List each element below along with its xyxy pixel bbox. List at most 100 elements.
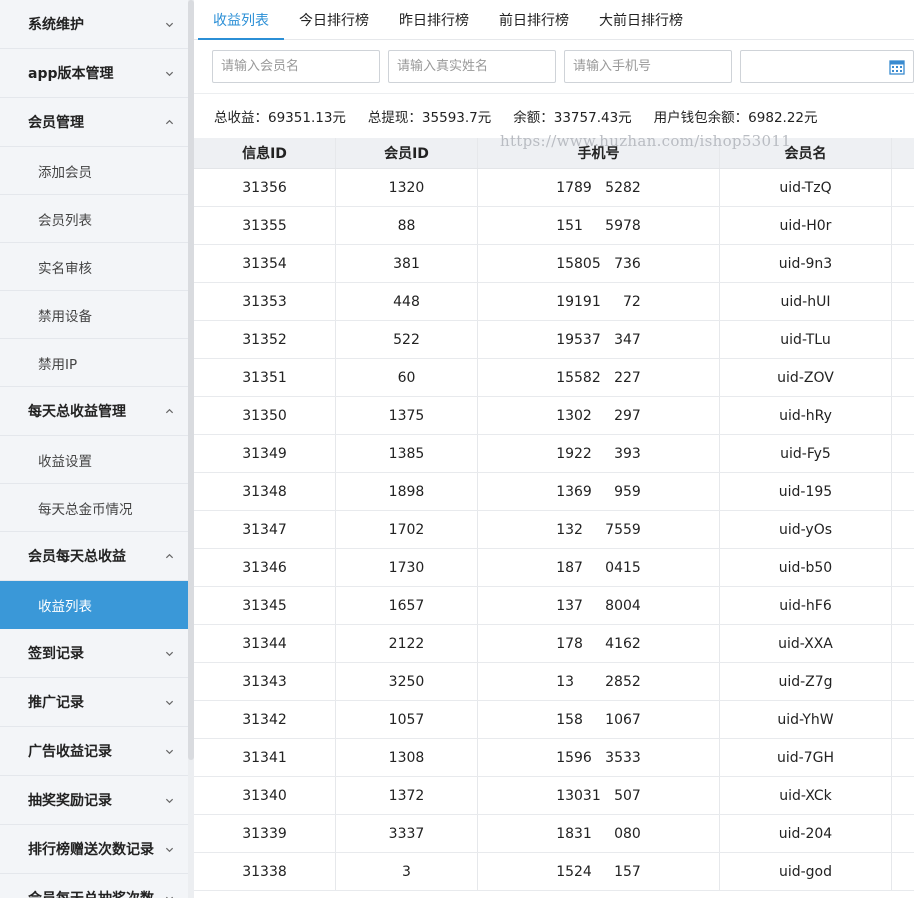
- tab-2[interactable]: 昨日排行榜: [384, 0, 484, 39]
- sidebar-group-13[interactable]: 签到记录: [0, 629, 188, 678]
- sidebar-item-label: 每天总收益管理: [28, 404, 126, 420]
- table-cell: 31349: [194, 435, 336, 472]
- sidebar-item-6[interactable]: 禁用设备: [0, 291, 188, 339]
- table-row[interactable]: 31348 1898 1369 959 uid-195: [194, 473, 914, 511]
- table-cell: 1302 297: [478, 397, 720, 434]
- table-row[interactable]: 31347 1702 132 7559 uid-yOs: [194, 511, 914, 549]
- table-row[interactable]: 31355 88 151 5978 uid-H0r: [194, 207, 914, 245]
- table-row[interactable]: 31350 1375 1302 297 uid-hRy: [194, 397, 914, 435]
- table-row[interactable]: 31340 1372 13031 507 uid-XCk: [194, 777, 914, 815]
- table-cell: 31352: [194, 321, 336, 358]
- table-row[interactable]: 31354 381 15805 736 uid-9n3: [194, 245, 914, 283]
- sidebar-item-7[interactable]: 禁用IP: [0, 339, 188, 387]
- table-row[interactable]: 31356 1320 1789 5282 uid-TzQ: [194, 169, 914, 207]
- table-cell: 13 2852: [478, 663, 720, 700]
- sidebar-item-label: 禁用IP: [38, 356, 78, 373]
- chevron-up-icon: [164, 117, 174, 127]
- sidebar-group-15[interactable]: 广告收益记录: [0, 727, 188, 776]
- table-cell: uid-hF6: [720, 587, 892, 624]
- column-header[interactable]: 会员ID: [336, 138, 478, 168]
- table-cell: 1657: [336, 587, 478, 624]
- sidebar-group-2[interactable]: 会员管理: [0, 98, 188, 147]
- tab-0[interactable]: 收益列表: [198, 0, 284, 40]
- date-picker[interactable]: [740, 50, 914, 83]
- real-name-input[interactable]: [388, 50, 556, 83]
- table-row[interactable]: 31343 3250 13 2852 uid-Z7g: [194, 663, 914, 701]
- table-cell: 31341: [194, 739, 336, 776]
- table-cell: 19537 347: [478, 321, 720, 358]
- table-cell-extra: [892, 625, 914, 662]
- table-row[interactable]: 31341 1308 1596 3533 uid-7GH: [194, 739, 914, 777]
- table-cell-extra: [892, 245, 914, 282]
- table-row[interactable]: 31344 2122 178 4162 uid-XXA: [194, 625, 914, 663]
- column-header[interactable]: 信息ID: [194, 138, 336, 168]
- calendar-icon[interactable]: [889, 59, 905, 75]
- table-cell: 522: [336, 321, 478, 358]
- member-name-input[interactable]: [212, 50, 380, 83]
- table-cell-extra: [892, 435, 914, 472]
- column-header[interactable]: 手机号: [478, 138, 720, 168]
- table-row[interactable]: 31342 1057 158 1067 uid-YhW: [194, 701, 914, 739]
- table-cell: 31340: [194, 777, 336, 814]
- table-cell: 1831 080: [478, 815, 720, 852]
- sidebar-item-label: 禁用设备: [38, 308, 92, 325]
- table-cell: 31346: [194, 549, 336, 586]
- table-cell: uid-ZOV: [720, 359, 892, 396]
- chevron-up-icon: [164, 551, 174, 561]
- sidebar-item-12[interactable]: 收益列表: [0, 581, 188, 629]
- table-row[interactable]: 31338 3 1524 157 uid-god: [194, 853, 914, 891]
- table-cell: uid-204: [720, 815, 892, 852]
- chevron-down-icon: [164, 68, 174, 78]
- table-cell-extra: [892, 397, 914, 434]
- chevron-up-icon: [164, 406, 174, 416]
- table-cell: uid-7GH: [720, 739, 892, 776]
- table-cell-extra: [892, 549, 914, 586]
- sidebar-item-label: 收益列表: [38, 598, 92, 615]
- table-cell: 1385: [336, 435, 478, 472]
- table-cell-extra: [892, 739, 914, 776]
- table-cell: uid-Fy5: [720, 435, 892, 472]
- table-cell: 1524 157: [478, 853, 720, 890]
- sidebar-group-14[interactable]: 推广记录: [0, 678, 188, 727]
- table-row[interactable]: 31345 1657 137 8004 uid-hF6: [194, 587, 914, 625]
- tab-4[interactable]: 大前日排行榜: [584, 0, 698, 39]
- sidebar-item-label: 收益设置: [38, 453, 92, 470]
- sidebar-item-3[interactable]: 添加会员: [0, 147, 188, 195]
- sidebar-item-9[interactable]: 收益设置: [0, 436, 188, 484]
- table-cell-extra: [892, 169, 914, 206]
- sidebar-item-5[interactable]: 实名审核: [0, 243, 188, 291]
- table-cell: uid-hUI: [720, 283, 892, 320]
- phone-input[interactable]: [564, 50, 732, 83]
- sidebar-item-4[interactable]: 会员列表: [0, 195, 188, 243]
- table-cell-extra: [892, 701, 914, 738]
- sidebar-item-label: 系统维护: [28, 17, 84, 33]
- sidebar-item-label: 会员每天总收益: [28, 549, 126, 565]
- table-cell: 31339: [194, 815, 336, 852]
- sidebar-group-16[interactable]: 抽奖奖励记录: [0, 776, 188, 825]
- sidebar-group-8[interactable]: 每天总收益管理: [0, 387, 188, 436]
- table-cell-extra: [892, 473, 914, 510]
- sidebar-group-0[interactable]: 系统维护: [0, 0, 188, 49]
- table-cell: 1372: [336, 777, 478, 814]
- table-row[interactable]: 31349 1385 1922 393 uid-Fy5: [194, 435, 914, 473]
- table-row[interactable]: 31339 3337 1831 080 uid-204: [194, 815, 914, 853]
- table-row[interactable]: 31353 448 19191 72 uid-hUI: [194, 283, 914, 321]
- table-cell: 1057: [336, 701, 478, 738]
- sidebar-item-label: app版本管理: [28, 66, 114, 82]
- sidebar-group-17[interactable]: 排行榜赠送次数记录: [0, 825, 188, 874]
- column-header[interactable]: 会员名: [720, 138, 892, 168]
- table-row[interactable]: 31352 522 19537 347 uid-TLu: [194, 321, 914, 359]
- table-cell: 448: [336, 283, 478, 320]
- tab-3[interactable]: 前日排行榜: [484, 0, 584, 39]
- sidebar-group-1[interactable]: app版本管理: [0, 49, 188, 98]
- table-header: 信息ID 会员ID 手机号 会员名: [194, 138, 914, 169]
- table-cell: 31345: [194, 587, 336, 624]
- sidebar-group-18[interactable]: 会员每天总抽奖次数: [0, 874, 188, 898]
- sidebar-item-label: 抽奖奖励记录: [28, 793, 112, 809]
- table-row[interactable]: 31346 1730 187 0415 uid-b50: [194, 549, 914, 587]
- sidebar-item-10[interactable]: 每天总金币情况: [0, 484, 188, 532]
- table-row[interactable]: 31351 60 15582 227 uid-ZOV: [194, 359, 914, 397]
- table-cell: 31354: [194, 245, 336, 282]
- sidebar-group-11[interactable]: 会员每天总收益: [0, 532, 188, 581]
- tab-1[interactable]: 今日排行榜: [284, 0, 384, 39]
